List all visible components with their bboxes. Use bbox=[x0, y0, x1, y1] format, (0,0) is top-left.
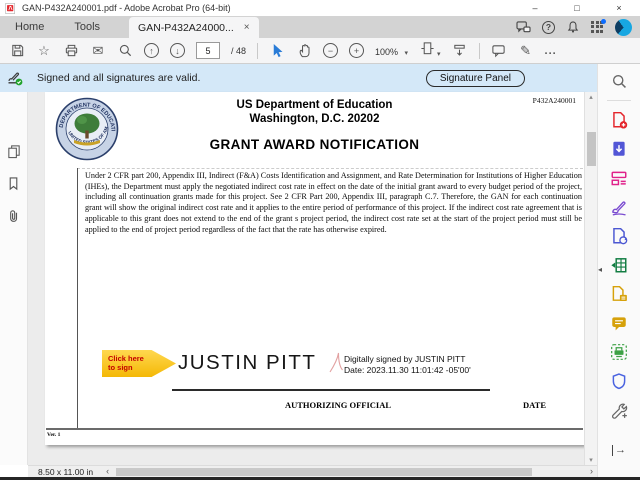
tab-document-label: GAN-P432A24000... bbox=[138, 22, 234, 34]
window-title: GAN-P432A240001.pdf - Adobe Acrobat Pro … bbox=[22, 3, 231, 13]
page-display-dropdown[interactable]: ▾ bbox=[419, 40, 441, 61]
tab-home[interactable]: Home bbox=[0, 17, 59, 38]
combine-files-icon[interactable] bbox=[609, 284, 629, 304]
click-here-to-sign-arrow[interactable]: Click here to sign bbox=[102, 350, 176, 377]
panel-search-icon[interactable] bbox=[609, 71, 629, 91]
zoom-level-dropdown[interactable]: 100% ▾ bbox=[375, 42, 408, 60]
acrobat-window: GAN-P432A240001.pdf - Adobe Acrobat Pro … bbox=[0, 0, 640, 480]
page-number-input[interactable]: 5 bbox=[196, 42, 220, 59]
print-icon[interactable] bbox=[63, 43, 79, 59]
save-icon[interactable] bbox=[9, 43, 25, 59]
page-size-indicator: 8.50 x 11.00 in bbox=[28, 467, 102, 477]
scan-ocr-icon[interactable] bbox=[609, 342, 629, 362]
horizontal-scrollbar[interactable]: 8.50 x 11.00 in ‹ › bbox=[28, 465, 597, 477]
signature-line bbox=[172, 389, 490, 391]
signature-notification-bar: Signed and all signatures are valid. Sig… bbox=[0, 64, 597, 92]
notification-bell-icon[interactable] bbox=[566, 20, 580, 34]
tab-tools[interactable]: Tools bbox=[59, 17, 115, 38]
sign-prompt-line2: to sign bbox=[108, 364, 176, 373]
collapse-panel-icon[interactable]: ◂ bbox=[598, 265, 602, 274]
left-navigation-rail bbox=[0, 92, 28, 465]
comment-icon[interactable] bbox=[491, 43, 507, 59]
horizontal-scrollbar-thumb[interactable] bbox=[116, 468, 532, 476]
next-page-icon[interactable]: ↓ bbox=[170, 43, 185, 58]
table-bottom-border bbox=[46, 428, 583, 430]
title-bar: GAN-P432A240001.pdf - Adobe Acrobat Pro … bbox=[0, 0, 640, 16]
tab-document[interactable]: GAN-P432A24000... × bbox=[129, 17, 259, 38]
acrobat-app-icon bbox=[5, 3, 16, 14]
fill-and-sign-icon[interactable] bbox=[609, 197, 629, 217]
digital-signature-details: Digitally signed by JUSTIN PITT Date: 20… bbox=[344, 354, 471, 375]
vertical-scrollbar[interactable]: ▴ ▾ bbox=[584, 92, 597, 465]
tab-close-icon[interactable]: × bbox=[244, 22, 250, 33]
horizontal-scrollbar-track[interactable] bbox=[113, 466, 586, 478]
export-excel-icon[interactable] bbox=[609, 255, 629, 275]
table-top-border bbox=[77, 168, 583, 169]
document-title: GRANT AWARD NOTIFICATION bbox=[45, 137, 584, 152]
minimize-button[interactable]: – bbox=[514, 0, 556, 16]
signature-name: JUSTIN PITT bbox=[178, 351, 316, 375]
expand-panel-icon[interactable]: → bbox=[612, 445, 626, 456]
help-icon[interactable]: ? bbox=[542, 21, 555, 34]
panel-comment-icon[interactable] bbox=[609, 313, 629, 333]
tab-bar: Home Tools GAN-P432A24000... × ? bbox=[0, 16, 640, 38]
feedback-icon[interactable] bbox=[516, 21, 531, 34]
scrolling-view-icon[interactable] bbox=[452, 43, 468, 59]
toolbar-separator bbox=[479, 43, 480, 59]
page-count-label: / 48 bbox=[231, 46, 246, 56]
attachments-paperclip-icon[interactable] bbox=[6, 208, 21, 224]
scroll-left-icon[interactable]: ‹ bbox=[102, 466, 113, 477]
digital-signature-line1: Digitally signed by JUSTIN PITT bbox=[344, 354, 471, 365]
export-pdf-icon[interactable] bbox=[609, 139, 629, 159]
previous-page-icon[interactable]: ↑ bbox=[144, 43, 159, 58]
signature-valid-icon[interactable] bbox=[6, 69, 24, 87]
create-pdf-icon[interactable] bbox=[609, 110, 629, 130]
close-button[interactable]: × bbox=[598, 0, 640, 16]
zoom-out-icon[interactable]: − bbox=[323, 43, 338, 58]
tools-panel: → bbox=[597, 64, 640, 480]
digital-signature-line2: Date: 2023.11.30 11:01:42 -05'00' bbox=[344, 365, 471, 376]
more-tools-icon[interactable] bbox=[609, 400, 629, 420]
toolbar-separator bbox=[257, 43, 258, 59]
hand-tool-icon[interactable] bbox=[296, 43, 312, 59]
more-tools-ellipsis-icon[interactable]: ... bbox=[545, 45, 557, 57]
scroll-right-icon[interactable]: › bbox=[586, 466, 597, 477]
organize-pages-icon[interactable] bbox=[609, 168, 629, 188]
fill-sign-pencil-icon[interactable]: ✎ bbox=[518, 43, 534, 59]
table-left-border bbox=[77, 168, 78, 428]
signature-flourish-icon bbox=[328, 351, 343, 375]
bookmarks-icon[interactable] bbox=[6, 176, 21, 191]
document-header-line2: Washington, D.C. 20202 bbox=[45, 113, 584, 125]
zoom-level-value: 100% bbox=[375, 47, 398, 57]
fit-page-icon bbox=[419, 40, 435, 56]
account-avatar[interactable] bbox=[615, 19, 632, 36]
grant-body-paragraph: Under 2 CFR part 200, Appendix III, Indi… bbox=[85, 171, 582, 235]
maximize-button[interactable]: □ bbox=[556, 0, 598, 16]
panel-divider bbox=[607, 100, 631, 101]
apps-grid-notification-dot bbox=[601, 19, 606, 24]
page-thumbnails-icon[interactable] bbox=[6, 144, 22, 159]
scroll-up-icon[interactable]: ▴ bbox=[585, 93, 597, 101]
email-icon[interactable]: ✉ bbox=[90, 43, 106, 59]
document-canvas[interactable]: P432A240001 DEPARTMENT OF EDUCATION UNIT… bbox=[28, 92, 584, 465]
date-label: DATE bbox=[523, 400, 546, 410]
chevron-down-icon: ▾ bbox=[405, 50, 409, 57]
pdf-page[interactable]: P432A240001 DEPARTMENT OF EDUCATION UNIT… bbox=[45, 92, 584, 445]
main-toolbar: ☆ ✉ ↑ ↓ 5 / 48 − + 100% ▾ ▾ bbox=[0, 38, 640, 64]
version-label: Ver. 1 bbox=[47, 432, 60, 438]
apps-grid-icon[interactable] bbox=[591, 21, 604, 34]
signature-status-message: Signed and all signatures are valid. bbox=[37, 72, 200, 84]
zoom-in-icon[interactable]: + bbox=[349, 43, 364, 58]
chevron-down-icon: ▾ bbox=[437, 51, 441, 58]
protect-pdf-icon[interactable] bbox=[609, 371, 629, 391]
search-icon[interactable] bbox=[117, 43, 133, 59]
favorite-star-icon[interactable]: ☆ bbox=[36, 43, 52, 59]
document-header-line1: US Department of Education bbox=[45, 99, 584, 111]
scroll-down-icon[interactable]: ▾ bbox=[585, 456, 597, 464]
select-tool-icon[interactable] bbox=[269, 43, 285, 59]
vertical-scrollbar-thumb[interactable] bbox=[587, 132, 596, 166]
signature-panel-button[interactable]: Signature Panel bbox=[426, 70, 525, 87]
authorizing-official-label: AUTHORIZING OFFICIAL bbox=[248, 400, 428, 410]
request-signatures-icon[interactable] bbox=[609, 226, 629, 246]
